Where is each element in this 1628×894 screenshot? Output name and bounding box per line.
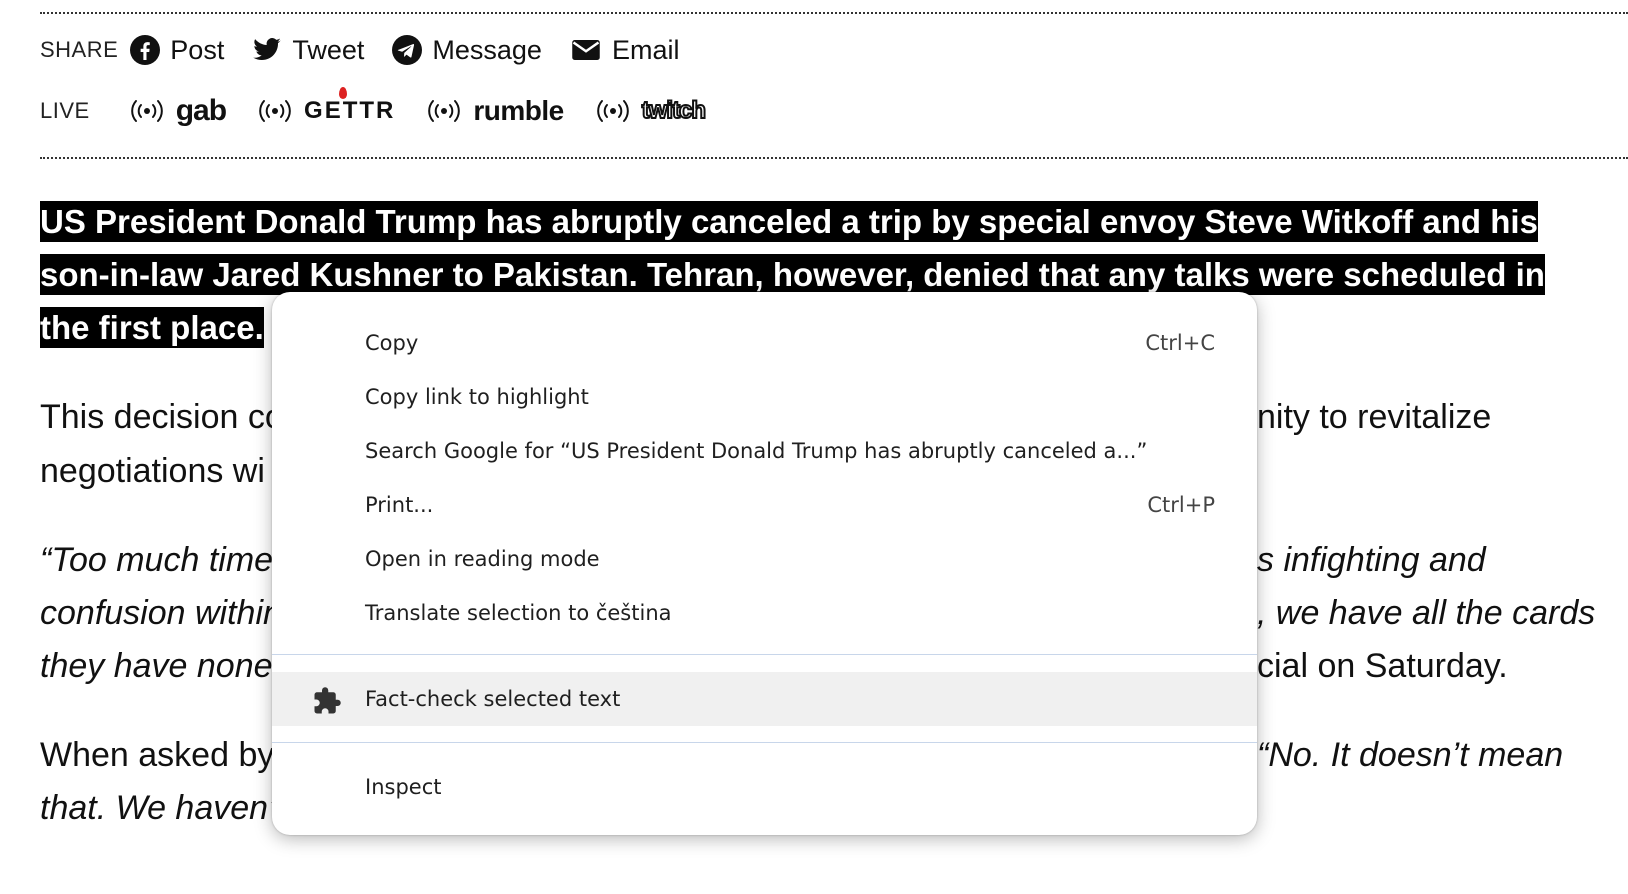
live-gettr-link[interactable]: GETTR: [256, 87, 396, 126]
broadcast-icon: [259, 100, 291, 122]
menu-item-search-google[interactable]: Search Google for “US President Donald T…: [272, 424, 1257, 478]
share-bottom-divider: [40, 157, 1628, 159]
live-rumble-link[interactable]: rumble: [425, 95, 564, 127]
context-menu: Copy Ctrl+C Copy link to highlight Searc…: [272, 292, 1257, 835]
share-email-button[interactable]: Email: [570, 34, 680, 66]
menu-item-copy-link-to-highlight[interactable]: Copy link to highlight: [272, 370, 1257, 424]
live-bar: LIVE gab GETTR rumble twitch: [40, 87, 735, 132]
para3-right-line1: “No. It doesn’t mean: [1257, 736, 1564, 774]
menu-item-copy[interactable]: Copy Ctrl+C: [272, 316, 1257, 370]
email-icon: [572, 40, 600, 60]
para2-left-line3: they have none!: [40, 647, 282, 685]
para2-right-line3: cial on Saturday.: [1257, 647, 1508, 685]
share-message-button[interactable]: Message: [392, 35, 542, 66]
share-message-label: Message: [432, 34, 542, 65]
lead-line-3[interactable]: the first place.: [40, 307, 264, 348]
para1-left-line1: This decision co: [40, 398, 284, 436]
para3-left-line1: When asked by: [40, 736, 275, 774]
puzzle-icon: [314, 687, 341, 714]
broadcast-icon: [130, 100, 163, 122]
twitter-icon: [253, 38, 282, 61]
para2-left-line1: “Too much time w: [40, 541, 308, 579]
live-gab-link[interactable]: gab: [128, 94, 227, 128]
share-bar: SHARE Post Tweet Message Email: [40, 30, 707, 70]
share-tweet-button[interactable]: Tweet: [252, 35, 364, 66]
share-email-label: Email: [611, 34, 680, 65]
share-post-button[interactable]: Post: [130, 35, 224, 66]
menu-item-label: Inspect: [365, 775, 442, 799]
telegram-icon: [392, 35, 423, 65]
para1-right-line1: nity to revitalize: [1257, 398, 1492, 436]
menu-item-translate-selection[interactable]: Translate selection to čeština: [272, 586, 1257, 640]
para3-left-line2: that. We haven’t: [40, 789, 286, 827]
para1-left-line2: negotiations wi: [40, 452, 265, 490]
menu-item-print[interactable]: Print... Ctrl+P: [272, 478, 1257, 532]
lead-line-1[interactable]: US President Donald Trump has abruptly c…: [40, 201, 1538, 242]
rumble-logo: rumble: [473, 95, 564, 126]
share-post-label: Post: [170, 34, 225, 65]
para2-right-line1: s infighting and: [1257, 541, 1486, 579]
menu-shortcut: Ctrl+C: [1145, 331, 1215, 355]
menu-item-label: Translate selection to čeština: [365, 601, 672, 625]
gettr-logo-text: GETTR: [304, 97, 396, 124]
menu-shortcut: Ctrl+P: [1147, 493, 1215, 517]
para2-left-line2: confusion within: [40, 594, 282, 632]
menu-item-label: Open in reading mode: [365, 547, 600, 571]
menu-separator: [272, 742, 1257, 743]
broadcast-icon: [596, 100, 629, 122]
gettr-drop-icon: [339, 87, 348, 99]
menu-item-open-reading-mode[interactable]: Open in reading mode: [272, 532, 1257, 586]
top-divider: [40, 12, 1628, 14]
live-label: LIVE: [40, 98, 90, 123]
share-tweet-label: Tweet: [292, 34, 365, 65]
menu-item-inspect[interactable]: Inspect: [272, 760, 1257, 814]
gettr-logo: GETTR: [304, 87, 396, 125]
menu-item-label: Fact-check selected text: [365, 687, 621, 711]
share-label: SHARE: [40, 37, 119, 62]
live-twitch-link[interactable]: twitch: [594, 96, 707, 126]
gab-logo: gab: [175, 94, 227, 127]
facebook-icon: [130, 35, 161, 65]
broadcast-icon: [428, 100, 461, 122]
para2-right-line2: , we have all the cards: [1257, 594, 1596, 632]
menu-item-label: Search Google for “US President Donald T…: [365, 439, 1148, 463]
lead-line-2[interactable]: son-in-law Jared Kushner to Pakistan. Te…: [40, 254, 1545, 295]
menu-separator: [272, 654, 1257, 655]
menu-item-label: Copy link to highlight: [365, 385, 589, 409]
menu-item-label: Copy: [365, 331, 419, 355]
twitch-logo: twitch: [641, 96, 707, 125]
menu-item-label: Print...: [365, 493, 434, 517]
menu-item-fact-check[interactable]: Fact-check selected text: [272, 672, 1257, 726]
